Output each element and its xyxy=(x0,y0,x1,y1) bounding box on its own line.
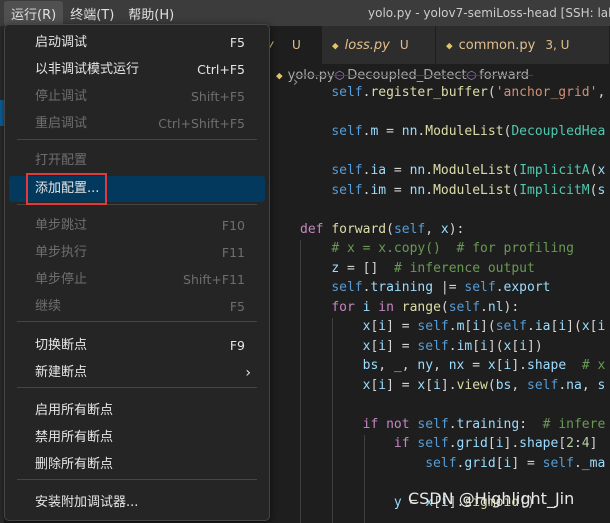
menu-item-label: 禁用所有断点 xyxy=(35,430,114,445)
menu-item-shortcut: F5 xyxy=(229,299,245,314)
code-line: if not self.training: # infere xyxy=(362,416,606,432)
code-line: if self.grid[i].shape[2:4] xyxy=(393,436,598,451)
code-line: x[i] = self.m[i](self.ia[i](x[i xyxy=(362,319,606,334)
run-menu: 启动调试 F5 以非调试模式运行 Ctrl+F5 停止调试 Shift+F5 重启调试 Ctr… xyxy=(4,24,270,521)
python-file-icon: ◆ xyxy=(276,68,283,82)
menu-item-shortcut: F9 xyxy=(229,338,245,353)
code-line: self.ia = nn.ModuleList(ImplicitA(x xyxy=(331,163,606,178)
menu-item-label: 删除所有断点 xyxy=(35,457,114,472)
tab-status: U xyxy=(292,38,301,52)
chevron-right-icon: › xyxy=(293,74,533,90)
tab-common[interactable]: ◆ common.py 3, U xyxy=(436,26,610,64)
menu-bar: 运行(R) 终端(T) 帮助(H) xyxy=(4,0,181,26)
code-line: self.grid[i] = self._ma xyxy=(425,455,606,471)
menu-item-label: 启用所有断点 xyxy=(35,403,114,418)
menu-item-label: 停止调试 xyxy=(35,89,88,104)
menu-item-shortcut: F5 xyxy=(229,35,245,50)
code-line: x[i] = x[i].view(bs, self.na, s xyxy=(362,377,606,393)
code-line: def forward(self, x): xyxy=(300,221,465,237)
code-line: bs, _, ny, nx = x[i].shape # x xyxy=(362,358,606,373)
menu-item-label: 重启调试 xyxy=(35,116,88,131)
menu-terminal[interactable]: 终端(T) xyxy=(63,1,121,26)
code-editor[interactable]: self.register_buffer('anchor_grid', self… xyxy=(300,83,605,512)
menu-item-label: 继续 xyxy=(35,299,62,314)
menu-item: 单步跳过 F10 xyxy=(9,213,265,239)
code-line: self.m = nn.ModuleList(DecoupledHea xyxy=(331,124,606,139)
menu-item[interactable]: 删除所有断点 xyxy=(9,452,265,478)
menu-separator xyxy=(17,479,257,480)
menu-item-shortcut: Ctrl+F5 xyxy=(197,62,245,77)
menu-item-label: 打开配置 xyxy=(35,153,88,168)
menu-item[interactable]: 禁用所有断点 xyxy=(9,425,265,451)
python-file-icon: ◆ xyxy=(446,38,453,52)
menu-separator xyxy=(17,321,257,322)
menu-item: 单步执行 F11 xyxy=(9,240,265,266)
menu-run[interactable]: 运行(R) xyxy=(4,0,64,26)
menu-item: 打开配置 xyxy=(9,148,265,174)
tab-status: 3, U xyxy=(545,38,570,52)
menu-item-shortcut: F10 xyxy=(221,218,245,233)
menu-item: 单步停止 Shift+F11 xyxy=(9,267,265,293)
code-line: # x = x.copy() # for profiling xyxy=(331,241,574,256)
tab-status: U xyxy=(399,38,409,52)
window-title: yolo.py - yolov7-semiLoss-head [SSH: lab… xyxy=(368,6,610,20)
menu-item[interactable]: 安装附加调试器... xyxy=(9,490,265,516)
menu-item[interactable]: 新建断点 › xyxy=(9,360,265,386)
menu-item-label: 单步跳过 xyxy=(35,218,88,233)
code-line: x[i] = self.im[i](x[i]) xyxy=(362,338,543,354)
menu-separator xyxy=(17,139,257,140)
menu-help[interactable]: 帮助(H) xyxy=(121,1,181,26)
python-file-icon: ◆ xyxy=(332,38,339,52)
menu-item-label: 新建断点 xyxy=(35,365,88,380)
menu-item: 重启调试 Ctrl+Shift+F5 xyxy=(9,111,265,137)
code-line: for i in range(self.nl): xyxy=(331,299,520,315)
chevron-right-icon: › xyxy=(245,365,251,381)
menu-item: 停止调试 Shift+F5 xyxy=(9,84,265,110)
watermark: CSDN @Highlight_Jin xyxy=(408,489,575,508)
code-line: z = [] # inference output xyxy=(331,260,535,276)
menu-item-label: 以非调试模式运行 xyxy=(35,62,140,77)
code-line: self.im = nn.ModuleList(ImplicitM(s xyxy=(331,182,606,198)
menu-item[interactable]: 以非调试模式运行 Ctrl+F5 xyxy=(9,57,265,83)
menu-item-label: 安装附加调试器... xyxy=(35,495,139,510)
menu-item-shortcut: F11 xyxy=(221,245,245,260)
menu-item: 继续 F5 xyxy=(9,294,265,320)
menu-item-label: 单步执行 xyxy=(35,245,88,260)
menu-item-shortcut: Shift+F11 xyxy=(183,272,245,287)
tab-loss[interactable]: ◆ loss.py U xyxy=(322,26,436,64)
menu-item-shortcut: Shift+F5 xyxy=(190,89,245,104)
menu-item-label: 单步停止 xyxy=(35,272,88,287)
menu-item[interactable]: 启用所有断点 xyxy=(9,398,265,424)
menu-item-label: 启动调试 xyxy=(35,35,88,50)
menu-item-label: 切换断点 xyxy=(35,338,88,353)
menu-item-shortcut: Ctrl+Shift+F5 xyxy=(158,116,245,131)
menu-item[interactable]: 启动调试 F5 xyxy=(9,30,265,56)
code-line: self.training |= self.export xyxy=(331,280,551,295)
tab-label: common.py xyxy=(458,37,536,53)
code-line: self.register_buffer('anchor_grid', xyxy=(331,85,606,100)
annotation-highlight-box xyxy=(26,173,107,205)
menu-separator xyxy=(17,387,257,388)
menu-item[interactable]: 切换断点 F9 xyxy=(9,333,265,359)
tab-label: loss.py xyxy=(344,37,390,53)
